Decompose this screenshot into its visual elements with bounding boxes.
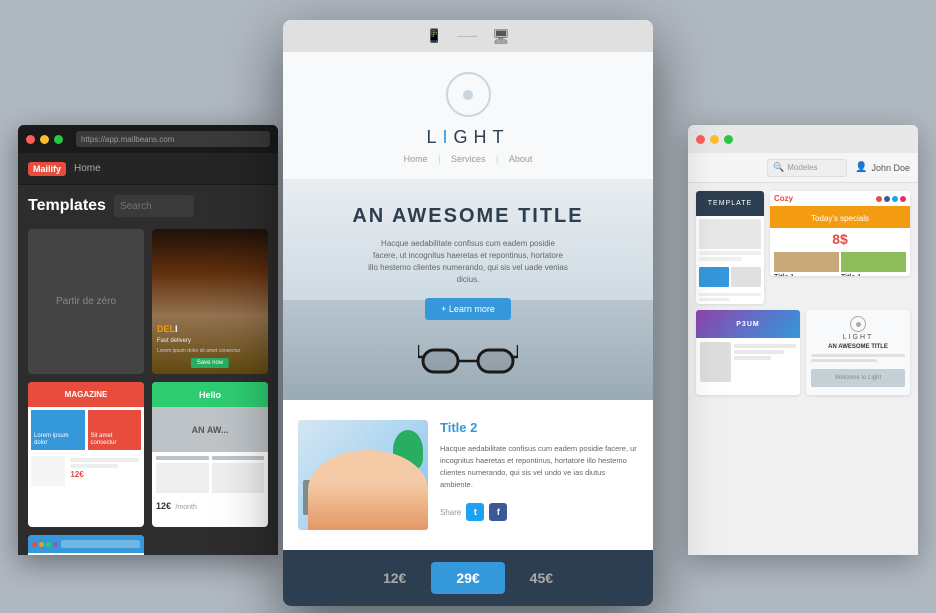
template-card-blank[interactable]: Partir de zéro: [28, 229, 144, 374]
price-option-right[interactable]: 45€: [505, 570, 578, 586]
template-card-4[interactable]: LOREM IPSUM DOLOR AMET: [28, 535, 144, 555]
home-link[interactable]: Home: [74, 163, 101, 174]
right-light-title: AN AWESOME TITLE: [806, 343, 910, 351]
right-user-info: 👤 John Doe: [855, 162, 910, 173]
right-template-tall-1[interactable]: TEMPLATE: [696, 191, 764, 304]
left-panel-content: Templates Partir de zéro DELI Fast deliv…: [18, 185, 278, 555]
rc2-captions: Title 1 Title 1: [770, 274, 910, 276]
rc2-caption-2: Title 1: [841, 274, 906, 276]
section2-title: Title 2: [440, 420, 638, 435]
light-section2: Title 2 Hacque aedabilitate confisus cum…: [283, 400, 653, 550]
hand-decoration: [308, 450, 428, 530]
rc2-images: [770, 250, 910, 274]
right-content: TEMPLATE: [688, 183, 918, 403]
right-template-p3um[interactable]: P3UM: [696, 310, 800, 395]
url-bar: https://app.mailbeans.com: [76, 131, 270, 147]
templates-grid: Partir de zéro DELI Fast delivery Lorem …: [28, 229, 268, 555]
template-card-2[interactable]: MAGAZINE Lorem ipsum dolor Sit amet cons…: [28, 382, 144, 527]
rc2-social: [876, 196, 906, 202]
user-name: John Doe: [871, 163, 910, 173]
right-search-text: Modeles: [787, 163, 817, 172]
section2-body: Hacque aedabilitate confisus cum eadem p…: [440, 443, 638, 491]
right-light-brand: LIGHT: [810, 334, 906, 341]
template-1-text: DELI Fast delivery Lorem ipsum dolor sit…: [157, 324, 263, 354]
user-icon: 👤: [855, 162, 867, 173]
tablet-icon[interactable]: 📱: [426, 28, 442, 44]
maximize-dot[interactable]: [54, 135, 63, 144]
glasses-image: [418, 335, 518, 380]
light-hero: AN AWESOME TITLE Hacque aedabilitate con…: [283, 180, 653, 400]
templates-header: Templates: [28, 195, 268, 217]
right-search-bar[interactable]: 🔍 Modeles: [767, 159, 847, 177]
price-option-center[interactable]: 29€: [431, 562, 504, 594]
right-maximize-dot[interactable]: [724, 135, 733, 144]
center-modal: 📱 —— 🖥 LIGHT Home | Services | About AN …: [283, 20, 653, 606]
share-label: Share: [440, 508, 461, 517]
search-icon: 🔍: [773, 162, 784, 173]
light-hero-subtitle: Hacque aedabilitate confisus cum eadem p…: [368, 238, 568, 286]
template-card-1[interactable]: DELI Fast delivery Lorem ipsum dolor sit…: [152, 229, 268, 374]
light-brand: LIGHT: [298, 127, 638, 148]
minimize-dot[interactable]: [40, 135, 49, 144]
right-topbar: 🔍 Modeles 👤 John Doe: [688, 153, 918, 183]
share-facebook-button[interactable]: f: [489, 503, 507, 521]
rc2-promo-banner: Today's specials: [770, 206, 910, 228]
modal-titlebar: 📱 —— 🖥: [283, 20, 653, 52]
learn-more-button[interactable]: + Learn more: [425, 298, 511, 320]
right-panel: 🔍 Modeles 👤 John Doe TEMPLATE: [688, 125, 918, 555]
template-1-cta: Save now: [191, 358, 229, 368]
rc2-image-1: [774, 252, 839, 272]
templates-search-input[interactable]: [114, 195, 194, 217]
light-nav: Home | Services | About: [298, 154, 638, 164]
right-template-cozy[interactable]: Cozy Today's specials 8$: [770, 191, 910, 276]
rc2-price: 8$: [832, 231, 848, 247]
rc2-logo: Cozy: [774, 194, 793, 203]
template-1-image: DELI Fast delivery Lorem ipsum dolor sit…: [152, 229, 268, 374]
template-3-hero: AN AW...: [152, 407, 268, 452]
right-close-dot[interactable]: [696, 135, 705, 144]
template-preview: LIGHT Home | Services | About AN AWESOME…: [283, 52, 653, 550]
left-titlebar: https://app.mailbeans.com: [18, 125, 278, 153]
right-template-light[interactable]: LIGHT AN AWESOME TITLE Welcome to Light: [806, 310, 910, 395]
share-twitter-button[interactable]: t: [466, 503, 484, 521]
light-hero-title: AN AWESOME TITLE: [303, 205, 633, 228]
templates-title: Templates: [28, 197, 106, 215]
rc2-promo-text: Today's specials: [811, 214, 869, 223]
left-panel: https://app.mailbeans.com Mailify Home T…: [18, 125, 278, 555]
url-text: https://app.mailbeans.com: [81, 135, 174, 144]
left-topbar: Mailify Home: [18, 153, 278, 185]
price-center: 29€: [456, 570, 479, 586]
light-logo-inner: [463, 90, 473, 100]
price-right: 45€: [530, 570, 553, 586]
blank-card-label: Partir de zéro: [56, 296, 116, 307]
close-dot[interactable]: [26, 135, 35, 144]
modal-footer: 12€ 29€ 45€: [283, 550, 653, 606]
template-3-body: 12€ /month: [152, 452, 268, 518]
right-titlebar: [688, 125, 918, 153]
price-option-left[interactable]: 12€: [358, 570, 431, 586]
right-minimize-dot[interactable]: [710, 135, 719, 144]
rc2-header: Cozy: [770, 191, 910, 206]
light-template-header: LIGHT Home | Services | About: [283, 52, 653, 180]
light-section2-text: Title 2 Hacque aedabilitate confisus cum…: [440, 420, 638, 530]
share-row: Share t f: [440, 503, 638, 521]
desktop-icon[interactable]: 🖥: [492, 28, 510, 45]
light-logo-circle: [446, 72, 491, 117]
rc2-caption-1: Title 1: [774, 274, 839, 276]
mailify-logo: Mailify: [28, 162, 66, 176]
light-section2-image: [298, 420, 428, 530]
rc2-image-2: [841, 252, 906, 272]
template-card-3[interactable]: Hello AN AW... 12€ /month: [152, 382, 268, 527]
p3um-label: P3UM: [736, 321, 759, 328]
template-3-header: Hello: [152, 382, 268, 407]
price-left: 12€: [383, 570, 406, 586]
